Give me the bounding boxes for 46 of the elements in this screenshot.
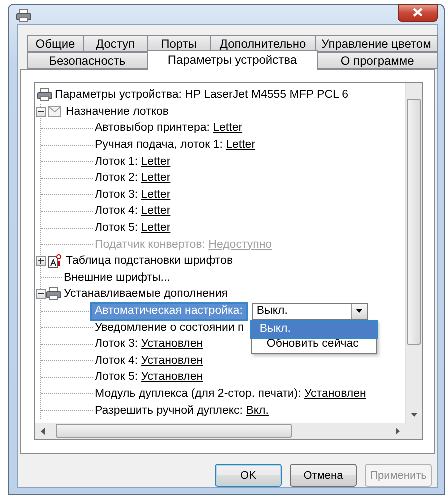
font-document-icon (48, 254, 62, 269)
tree-item[interactable]: Лоток 5: Letter (93, 222, 173, 234)
tree-item[interactable]: Автовыбор принтера: Letter (93, 122, 245, 134)
tree-item[interactable]: Назначение лотков (64, 106, 172, 118)
scroll-thumb[interactable] (407, 99, 421, 345)
tab[interactable]: О программе (317, 52, 438, 69)
tree-item[interactable]: Модуль дуплекса (для 2-стор. печати): Установлен (93, 388, 368, 400)
tray-icon (48, 105, 62, 118)
tab[interactable]: Общие (27, 35, 84, 52)
tree-item[interactable]: Уведомление о состоянии п (93, 322, 246, 334)
horizontal-scrollbar[interactable] (35, 423, 422, 439)
tree-item[interactable]: Лоток 1: Letter (93, 156, 173, 168)
tree-item[interactable]: Лоток 4: Установлен (93, 354, 206, 367)
dropdown-option[interactable]: Выкл. (252, 322, 376, 337)
scroll-thumb[interactable] (56, 424, 292, 438)
collapse-icon[interactable] (36, 289, 46, 300)
vertical-scrollbar[interactable] (405, 83, 422, 423)
tab[interactable]: Параметры устройства (146, 50, 318, 70)
collapse-icon[interactable] (36, 106, 46, 117)
caret-icon (356, 309, 363, 314)
scroll-right-icon[interactable] (396, 428, 400, 434)
scroll-left-icon[interactable] (41, 428, 45, 434)
tree-item[interactable]: Лоток 3: Letter (93, 188, 173, 201)
dropdown-field[interactable]: Выкл. (252, 302, 368, 320)
tab[interactable]: Доступ (83, 35, 148, 52)
tree-item[interactable]: Ручная подача, лоток 1: Letter (93, 139, 258, 152)
printer-icon (16, 8, 32, 22)
dialog-button[interactable]: Отмена (290, 464, 357, 487)
printer-icon (37, 88, 53, 102)
tree-item[interactable]: Лоток 3: Установлен (93, 338, 206, 350)
tree-item[interactable]: Разрешить ручной дуплекс: Вкл. (93, 404, 271, 417)
printer-options-icon (46, 287, 62, 302)
scroll-down-icon[interactable] (410, 413, 418, 417)
tree-item[interactable]: Таблица подстановки шрифтов (64, 255, 236, 268)
dialog-button[interactable]: OK (215, 464, 282, 487)
tab[interactable]: Безопасность (27, 52, 148, 69)
expand-icon[interactable] (36, 256, 46, 266)
tree-item[interactable]: Лоток 5: Установлен (93, 371, 206, 384)
tree-item[interactable]: Устанавливаемые дополнения (62, 288, 230, 300)
tree-item[interactable]: Лоток 2: Letter (93, 172, 173, 184)
tree-item[interactable]: Параметры устройства: HP LaserJet M4555 MFP PCL 6 (53, 89, 351, 102)
tree-item[interactable]: Лоток 4: Letter (93, 205, 173, 218)
close-icon (413, 8, 423, 17)
tab[interactable]: Управление цветом (315, 35, 438, 52)
tree-item[interactable]: Внешние шрифты... (62, 272, 172, 284)
close-button[interactable] (398, 4, 438, 22)
